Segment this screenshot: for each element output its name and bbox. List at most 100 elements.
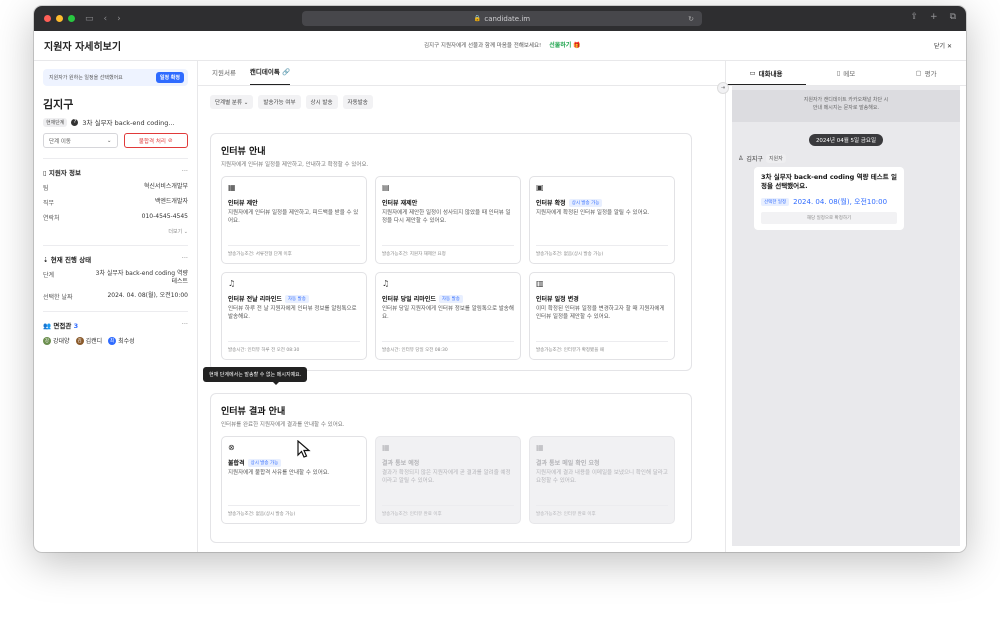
interviewer-count: 3 (73, 322, 79, 331)
card-description: 지원자에게 제안한 일정이 성사되지 않았을 때 인터뷰 일정을 다시 제안할 … (382, 210, 511, 225)
card-condition: 발송시간: 인터뷰 하루 전 오전 08:30 (228, 341, 360, 353)
info-icon[interactable]: ? (71, 118, 79, 126)
filter-stage[interactable]: 단계별 분류 ⌄ (210, 95, 254, 109)
message-template-card[interactable]: ♫ 인터뷰 전날 리마인드 자동 발송인터뷰 하루 전 날 지원자에게 인터뷰 정보… (221, 272, 367, 360)
kakao-block-notice: 지원자가 캔디데이트 카카오채널 차단 시 안내 메시지는 문자로 발송해요. (732, 90, 960, 122)
more-icon[interactable]: ··· (182, 320, 188, 330)
chat-icon: ▭ (749, 68, 756, 77)
close-button[interactable]: 닫기 ✕ (934, 41, 952, 50)
move-stage-select[interactable]: 단계 이동 ⌄ (43, 133, 118, 148)
card-title: 불합격 상시 발송 가능 (228, 458, 360, 467)
card-title: 인터뷰 재제안 (382, 200, 418, 207)
avatar: 최 (108, 336, 117, 345)
show-more-link[interactable]: 더보기 ⌄ (43, 228, 188, 235)
schedule-confirm-notice: 지원자가 원하는 일정을 선택했어요 일정 확정 (43, 69, 188, 86)
progress-row: 단계 3차 실무자 back-end coding 역량 테스트 (43, 270, 188, 286)
selected-schedule: 선택한 일정 2024. 04. 08(월), 오전10:00 (761, 197, 897, 207)
chat-area: 지원자가 캔디데이트 카카오채널 차단 시 안내 메시지는 문자로 발송해요. … (732, 86, 960, 546)
card-badge: 자동 발송 (438, 294, 463, 303)
info-row: 연락처 010-4545-4545 (43, 213, 188, 222)
card-description: 지원자에게 결과 내용을 이메일을 보냈으니 확인해 달라고 요청할 수 있어요… (536, 470, 668, 485)
progress-row: 선택한 날짜 2024. 04. 08(월), 오전10:00 (43, 292, 188, 302)
tab-documents[interactable]: 지원서류 (212, 67, 236, 85)
tab-conversation[interactable]: ▭ 대화내용 (726, 61, 806, 85)
gift-banner: 김지구 지원자에게 선물과 함께 마음을 전해보세요! 선물하기 🎁 (424, 40, 581, 49)
progress-section: ⇣ 현재 진행 상태 ··· 단계 3차 실무자 back-end coding 역… (43, 245, 188, 301)
filter-auto[interactable]: 자동발송 (342, 95, 373, 109)
people-icon: 👥 (43, 322, 52, 331)
conversation-panel: ▭ 대화내용 ▯ 메모 ▢ 평가 지원자가 캔디데이트 카카오채널 차단 시 안내 메… (726, 61, 966, 552)
card-title: 인터뷰 제안 (228, 200, 258, 207)
clipboard-icon: ▢ (915, 69, 922, 77)
candidate-info-section: ▯ 지원자 정보 ··· 팀 혁신서비스개발부 직무 백엔드개발자 연락처 010-45… (43, 158, 188, 235)
browser-actions: ⇪ + ⧉ (910, 12, 956, 22)
card-title: 인터뷰 당일 리마인드 자동 발송 (382, 294, 514, 303)
card-description: 결과가 확정되지 않은 지원자에게 곧 결과를 알려줄 예정이라고 알릴 수 있… (382, 470, 511, 485)
url-text: candidate.im (484, 14, 531, 23)
confirm-schedule-button[interactable]: 일정 확정 (155, 72, 184, 83)
card-description: 인터뷰 하루 전 날 지원자에게 인터뷰 정보를 알림톡으로 발송해요. (228, 306, 357, 321)
interviewer-item[interactable]: 최 최수성 (108, 336, 135, 345)
message-template-card[interactable]: ▦ 인터뷰 제안 지원자에게 인터뷰 일정을 제안하고, 피드백을 받을 수 있어요… (221, 176, 367, 264)
section-title: 인터뷰 결과 안내 (221, 407, 286, 417)
tab-evaluation[interactable]: ▢ 평가 (886, 61, 966, 85)
message-template-card[interactable]: ⊗ 불합격 상시 발송 가능 지원자에게 불합격 사유를 안내할 수 있어요. 발송가능… (221, 436, 367, 524)
tab-candidatetalk[interactable]: 캔디데이톡 🔗 (249, 66, 291, 85)
center-tabs: 지원서류 캔디데이톡 🔗 (198, 61, 725, 86)
forward-icon[interactable]: › (117, 14, 121, 24)
message-template-card[interactable]: ▤ 인터뷰 재제안지원자에게 제안한 일정이 성사되지 않았을 때 인터뷰 일정을… (375, 176, 521, 264)
card-title: 인터뷰 전날 리마인드 자동 발송 (228, 294, 360, 303)
more-icon[interactable]: ··· (182, 254, 188, 264)
message-template-card[interactable]: ▥ 인터뷰 일정 변경 이미 확정된 인터뷰 일정을 변경하고자 할 때 지원자에게… (529, 272, 675, 360)
message-template-card[interactable]: ▣ 인터뷰 확정 상시 발송 가능 지원자에게 확정된 인터뷰 일정을 알릴 수 있어… (529, 176, 675, 264)
maximize-window-button[interactable] (68, 15, 75, 22)
x-circle-icon: ⊗ (228, 443, 235, 452)
card-condition: 발송가능조건: 없음(상시 발송 가능) (228, 505, 360, 517)
disabled-tooltip: 현재 단계에서는 발송할 수 없는 메시지예요. (203, 367, 308, 385)
back-icon[interactable]: ‹ (104, 14, 108, 24)
stage-tag: 현재단계 (43, 117, 68, 127)
confirm-this-schedule-button[interactable]: 해당 일정으로 확정하기 (761, 211, 897, 224)
window-controls (44, 15, 75, 22)
minimize-window-button[interactable] (56, 15, 63, 22)
gift-icon: 🎁 (573, 42, 581, 49)
card-badge: 상시 발송 가능 (568, 198, 603, 207)
browser-window: ▭ ‹ › 🔒 candidate.im ↻ ⇪ + ⧉ 지원자 자세히보기 김… (34, 6, 966, 552)
card-condition: 발송시간: 인터뷰 당일 오전 08:30 (382, 341, 514, 353)
interviewer-item[interactable]: 김 김캔디 (75, 336, 102, 345)
link-icon: 🔗 (282, 68, 291, 76)
avatar: 강 (43, 336, 51, 345)
section-subtitle: 지원자에게 인터뷰 일정을 제안하고, 안내하고 확정할 수 있어요. (221, 162, 369, 168)
bell-icon: ♫ (228, 279, 236, 288)
more-icon[interactable]: ··· (182, 167, 188, 177)
tabs-overview-icon[interactable]: ⧉ (950, 12, 956, 22)
message-bubble: 3차 실무자 back-end coding 역량 테스트 일정을 선택했어요.… (754, 167, 904, 230)
calendar-refresh-icon: ▤ (382, 183, 390, 192)
tab-memo[interactable]: ▯ 메모 (806, 61, 886, 85)
current-stage: 현재단계 ? 3차 실무자 back-end coding... (43, 117, 188, 127)
calendar-edit-icon: ▥ (536, 279, 544, 288)
chevron-down-icon: ⌄ (106, 137, 112, 144)
reload-icon[interactable]: ↻ (688, 15, 694, 23)
interviewer-item[interactable]: 강 강대양 (43, 336, 70, 345)
stage-actions: 단계 이동 ⌄ 불합격 처리 ⊘ (43, 133, 188, 148)
bell-icon: ♫ (382, 279, 390, 288)
new-tab-icon[interactable]: + (930, 12, 938, 22)
close-window-button[interactable] (44, 15, 51, 22)
card-description: 지원자에게 확정된 인터뷰 일정을 알릴 수 있어요. (536, 210, 650, 216)
filter-always[interactable]: 상시 발송 (305, 95, 338, 109)
info-row: 직무 백엔드개발자 (43, 198, 188, 207)
card-title: 인터뷰 일정 변경 (536, 296, 579, 303)
sidebar-toggle-icon[interactable]: ▭ (85, 14, 94, 24)
interview-guide-section: 인터뷰 안내 지원자에게 인터뷰 일정을 제안하고, 안내하고 확정할 수 있어… (210, 133, 692, 371)
info-section-title: ▯ 지원자 정보 (43, 169, 82, 177)
address-bar[interactable]: 🔒 candidate.im ↻ (302, 11, 702, 26)
reject-button[interactable]: 불합격 처리 ⊘ (123, 133, 188, 148)
filter-sendable[interactable]: 발송가능 여부 (258, 95, 301, 109)
message-template-card[interactable]: ♫ 인터뷰 당일 리마인드 자동 발송 인터뷰 당일 지원자에게 인터뷰 정보를 알림… (375, 272, 521, 360)
user-icon: ♙ (738, 155, 744, 162)
share-icon[interactable]: ⇪ (910, 12, 918, 22)
collapse-panel-button[interactable]: ⇥ (717, 82, 729, 94)
browser-titlebar: ▭ ‹ › 🔒 candidate.im ↻ ⇪ + ⧉ (34, 6, 966, 31)
gift-button[interactable]: 선물하기 🎁 (549, 40, 581, 49)
